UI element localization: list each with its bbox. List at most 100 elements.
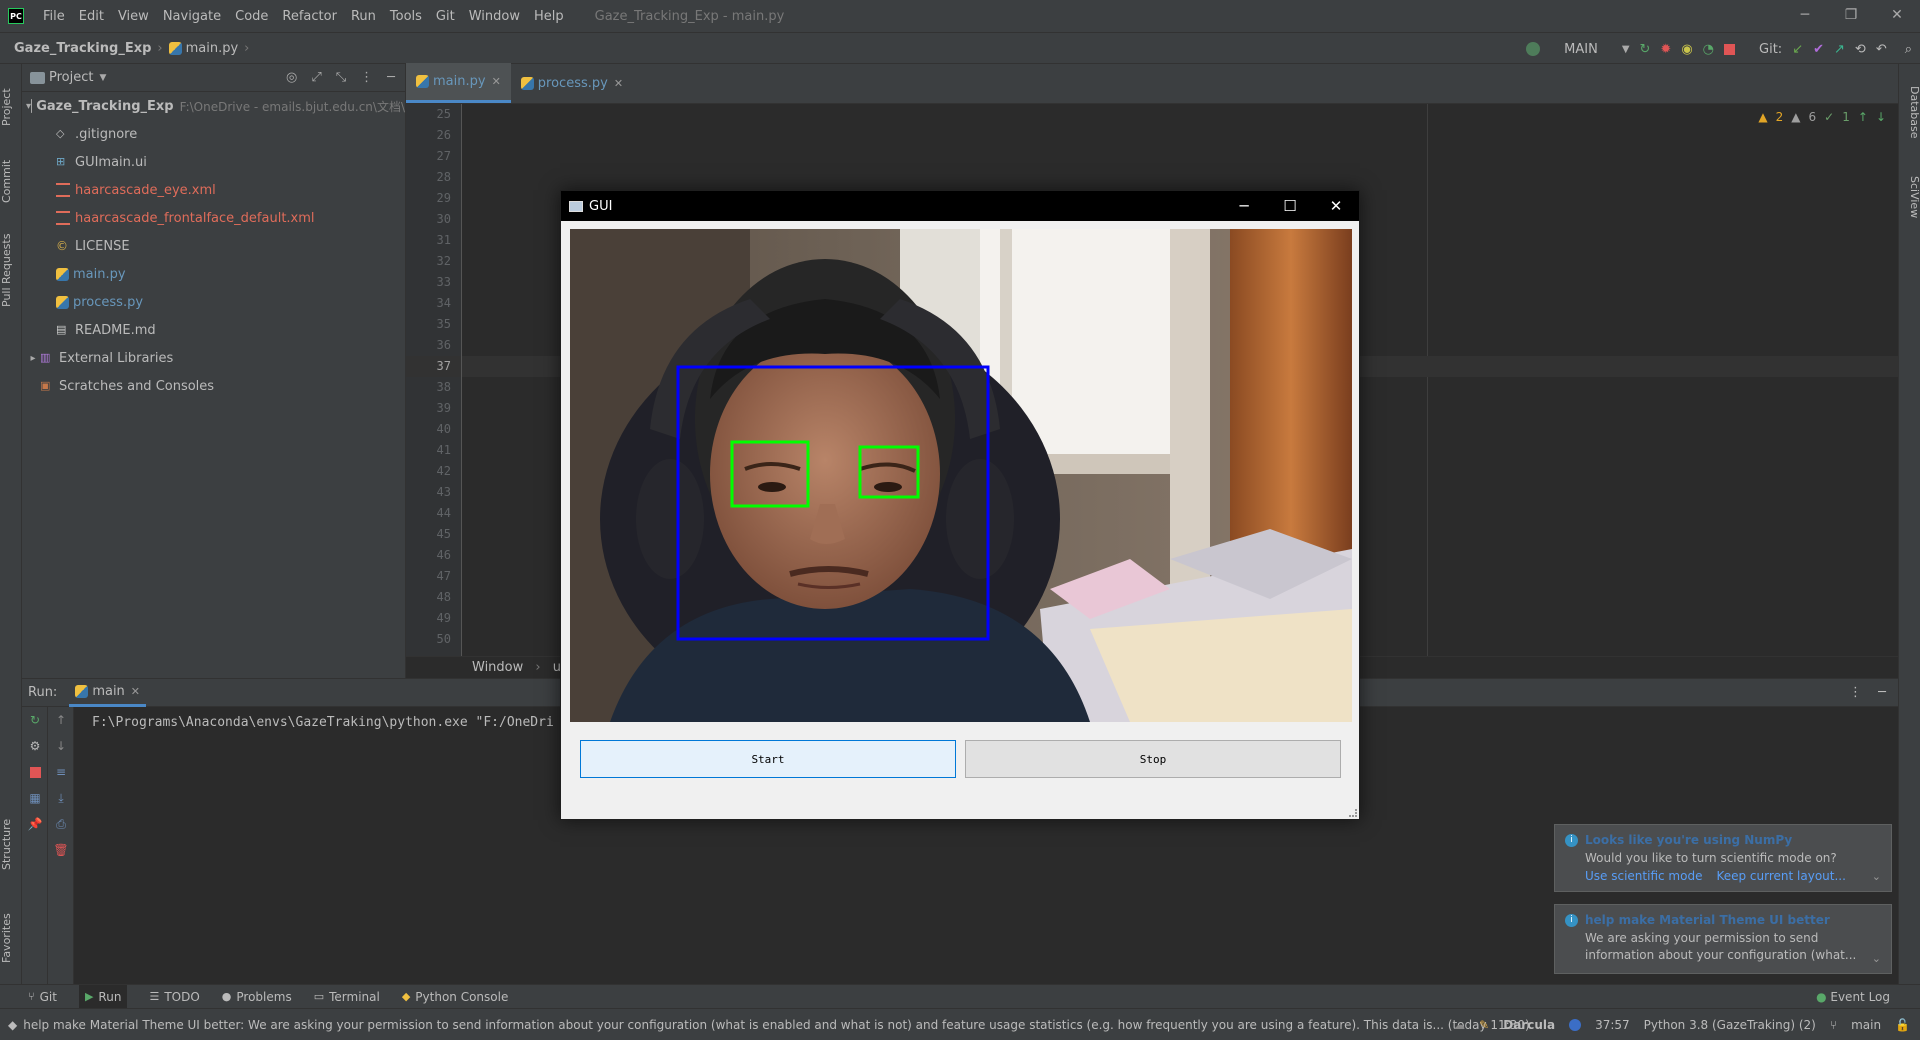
tree-item[interactable]: ⊞ GUImain.ui (22, 148, 405, 176)
theme-name[interactable]: Darcula (1503, 1018, 1555, 1032)
tool-tab-python-console[interactable]: ◆ Python Console (402, 990, 509, 1004)
tree-item[interactable]: process.py (22, 288, 405, 316)
chevron-down-icon[interactable]: ▼ (99, 73, 106, 83)
database-tool-tab[interactable]: Database (1899, 72, 1920, 152)
soft-wrap-icon[interactable]: ≡ (48, 759, 74, 785)
python-interpreter[interactable]: Python 3.8 (GazeTraking) (2) (1644, 1018, 1816, 1032)
trash-icon[interactable]: 🗑 (48, 837, 74, 863)
start-button[interactable]: Start (580, 740, 956, 778)
resize-grip-icon[interactable] (1349, 809, 1357, 817)
options-icon[interactable]: ⋮ (360, 70, 373, 85)
lock-icon[interactable]: 🔓 (1895, 1018, 1910, 1032)
next-highlight-icon[interactable]: ↓ (1876, 110, 1886, 124)
tool-tab-problems[interactable]: ● Problems (222, 990, 292, 1004)
git-update-icon[interactable]: ↙ (1792, 42, 1803, 57)
git-commit-icon[interactable]: ✔ (1813, 42, 1824, 57)
tool-tab-run[interactable]: ▶ Run (78, 984, 128, 1009)
tree-root[interactable]: ▾ Gaze_Tracking_Exp F:\OneDrive - emails… (22, 92, 405, 120)
menu-help[interactable]: Help (527, 9, 571, 24)
caret-position[interactable]: 37:57 (1595, 1018, 1630, 1032)
tab-process-py[interactable]: process.py ✕ (511, 63, 633, 103)
commit-tool-tab[interactable]: Commit (0, 146, 22, 216)
scroll-to-end-icon[interactable]: ⤓ (48, 785, 74, 811)
minimize-icon[interactable]: ─ (1782, 0, 1828, 32)
stop-button[interactable]: Stop (965, 740, 1341, 778)
use-scientific-mode-link[interactable]: Use scientific mode (1585, 869, 1702, 883)
chevron-right-icon[interactable]: ▸ (26, 353, 40, 364)
python-console-icon[interactable] (1526, 42, 1541, 56)
console-output[interactable]: F:\Programs\Anaconda\envs\GazeTraking\py… (92, 715, 554, 730)
menu-view[interactable]: View (111, 9, 156, 24)
sciview-tool-tab[interactable]: SciView (1899, 162, 1920, 232)
print-icon[interactable]: ⎙ (48, 811, 74, 837)
rerun-icon[interactable]: ↻ (1640, 42, 1651, 57)
menu-refactor[interactable]: Refactor (275, 9, 344, 24)
chevron-down-icon[interactable]: ⌄ (1872, 952, 1881, 965)
collapse-all-icon[interactable]: ⤡ (336, 70, 346, 85)
chevron-down-icon[interactable]: ▼ (1622, 44, 1630, 55)
layout-icon[interactable]: ▦ (22, 785, 48, 811)
menu-file[interactable]: File (36, 9, 72, 24)
locate-icon[interactable]: ◎ (286, 70, 297, 85)
scroll-down-icon[interactable]: ↓ (48, 733, 74, 759)
close-tab-icon[interactable]: ✕ (492, 75, 501, 88)
breadcrumb-project[interactable]: Gaze_Tracking_Exp (14, 41, 151, 56)
run-config-selector[interactable]: MAIN (1550, 42, 1612, 57)
hide-icon[interactable]: ─ (387, 70, 395, 85)
breadcrumb-class[interactable]: Window (472, 660, 523, 675)
tree-item[interactable]: main.py (22, 260, 405, 288)
tree-item[interactable]: ▤ README.md (22, 316, 405, 344)
hide-icon[interactable]: ─ (1878, 685, 1886, 700)
stop-icon[interactable] (22, 759, 48, 785)
tool-tab-terminal[interactable]: ▭ Terminal (314, 990, 380, 1004)
event-log-button[interactable]: ● Event Log (1816, 985, 1890, 1009)
close-icon[interactable]: ✕ (1874, 0, 1920, 32)
inspection-widget[interactable]: ▲ 2 ▲ 6 ✓ 1 ↑ ↓ (1758, 110, 1886, 124)
search-icon[interactable]: ⌕ (1905, 42, 1912, 57)
tool-tab-todo[interactable]: ☰ TODO (149, 990, 199, 1004)
tree-item[interactable]: haarcascade_eye.xml (22, 176, 405, 204)
git-push-icon[interactable]: ↗ (1834, 42, 1845, 57)
tree-external-libraries[interactable]: ▸ ▥ External Libraries (22, 344, 405, 372)
scroll-up-icon[interactable]: ↑ (48, 707, 74, 733)
rollback-icon[interactable]: ↶ (1876, 42, 1887, 57)
menu-window[interactable]: Window (462, 9, 527, 24)
menu-run[interactable]: Run (344, 9, 383, 24)
pin-icon[interactable]: 📌 (22, 811, 48, 837)
menu-navigate[interactable]: Navigate (156, 9, 228, 24)
git-branch[interactable]: main (1851, 1018, 1881, 1032)
settings-icon[interactable]: ⚙ (22, 733, 48, 759)
minimize-icon[interactable]: ─ (1221, 191, 1267, 221)
maximize-icon[interactable]: ☐ (1267, 191, 1313, 221)
tool-tab-git[interactable]: ⑂ Git (28, 990, 57, 1004)
tree-scratches[interactable]: ▣ Scratches and Consoles (22, 372, 405, 400)
close-icon[interactable]: ✕ (1313, 191, 1359, 221)
pull-requests-tool-tab[interactable]: Pull Requests (0, 220, 22, 320)
coverage-icon[interactable]: ◉ (1681, 42, 1692, 57)
tree-item[interactable]: © LICENSE (22, 232, 405, 260)
tab-main-py[interactable]: main.py ✕ (406, 63, 511, 103)
options-icon[interactable]: ⋮ (1849, 685, 1862, 700)
stop-icon[interactable] (1724, 43, 1736, 55)
breadcrumb-file[interactable]: main.py (186, 41, 239, 56)
menu-tools[interactable]: Tools (383, 9, 429, 24)
expand-all-icon[interactable]: ⤢ (311, 70, 321, 85)
favorites-tool-tab[interactable]: Favorites (0, 898, 22, 978)
menu-git[interactable]: Git (429, 9, 462, 24)
debug-icon[interactable]: ✹ (1660, 42, 1671, 57)
previous-highlight-icon[interactable]: ↑ (1858, 110, 1868, 124)
rerun-icon[interactable]: ↻ (22, 707, 48, 733)
history-icon[interactable]: ⟲ (1855, 42, 1866, 57)
keep-layout-link[interactable]: Keep current layout... (1716, 869, 1845, 883)
tree-item[interactable]: haarcascade_frontalface_default.xml (22, 204, 405, 232)
restore-icon[interactable]: ❐ (1828, 0, 1874, 32)
tree-item[interactable]: ◇ .gitignore (22, 120, 405, 148)
project-panel-title[interactable]: Project (49, 70, 93, 85)
run-tab-main[interactable]: main ✕ (69, 679, 147, 707)
close-tab-icon[interactable]: ✕ (131, 685, 140, 698)
close-tab-icon[interactable]: ✕ (614, 77, 623, 90)
structure-tool-tab[interactable]: Structure (0, 804, 22, 884)
status-message[interactable]: help make Material Theme UI better: We a… (23, 1018, 1529, 1032)
menu-code[interactable]: Code (228, 9, 275, 24)
project-tool-tab[interactable]: Project (0, 72, 22, 142)
